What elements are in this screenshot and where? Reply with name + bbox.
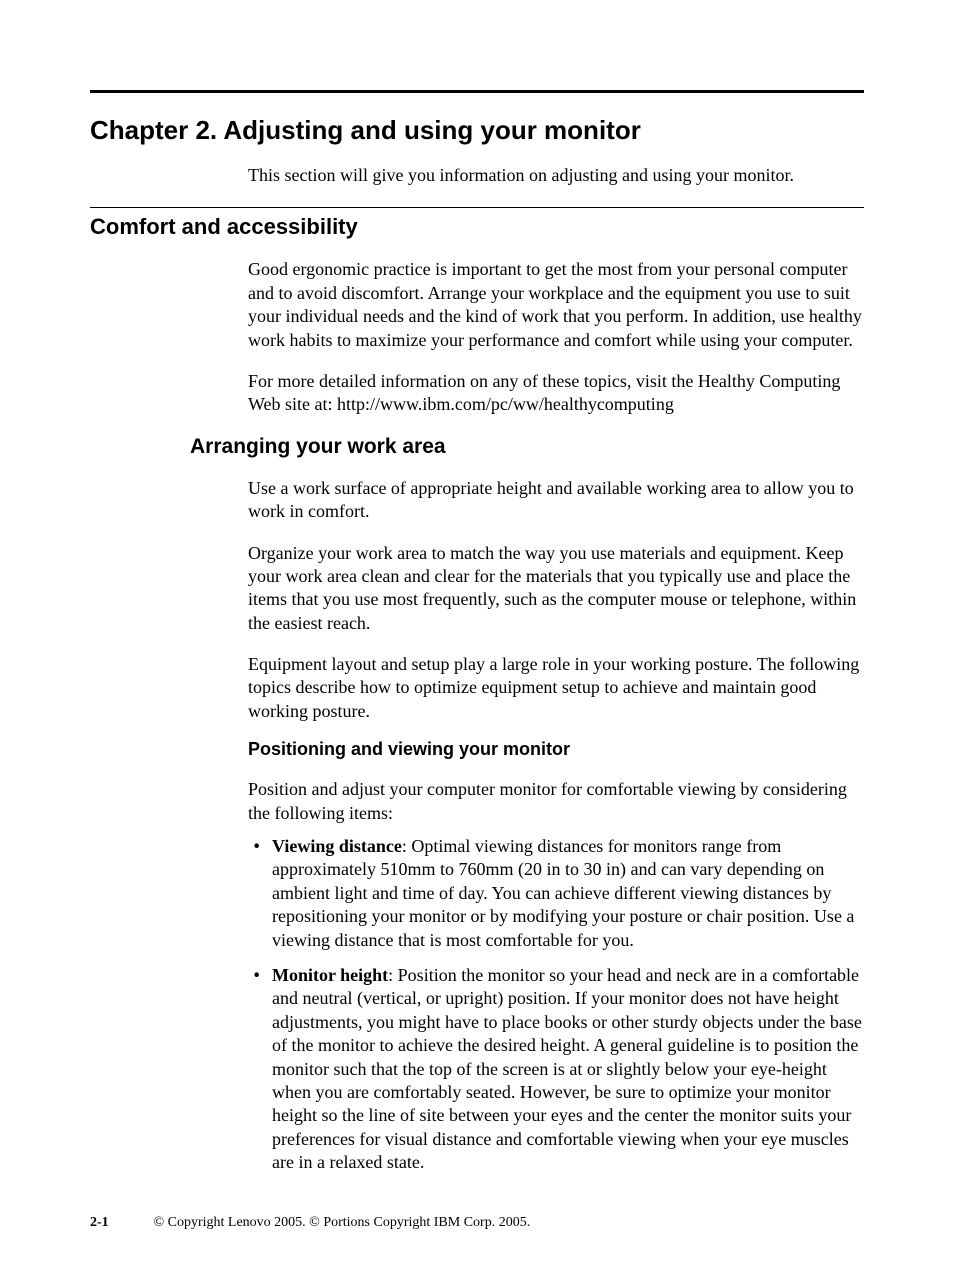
bullet-text: : Position the monitor so your head and … bbox=[272, 965, 862, 1172]
bullet-list: Viewing distance: Optimal viewing distan… bbox=[248, 835, 864, 1174]
page-number: 2-1 bbox=[90, 1215, 150, 1231]
subsubsection-heading-positioning: Positioning and viewing your monitor bbox=[248, 739, 864, 760]
body-paragraph: Position and adjust your computer monito… bbox=[248, 778, 864, 825]
horizontal-rule-thick bbox=[90, 90, 864, 93]
body-paragraph: For more detailed information on any of … bbox=[248, 370, 864, 417]
subsection-heading-arranging: Arranging your work area bbox=[190, 435, 864, 459]
section-heading-comfort: Comfort and accessibility bbox=[90, 214, 864, 240]
bullet-label: Viewing distance bbox=[272, 836, 402, 856]
chapter-title: Chapter 2. Adjusting and using your moni… bbox=[90, 115, 864, 146]
list-item: Monitor height: Position the monitor so … bbox=[248, 964, 864, 1175]
body-paragraph: Good ergonomic practice is important to … bbox=[248, 258, 864, 352]
bullet-label: Monitor height bbox=[272, 965, 388, 985]
page-footer: 2-1 © Copyright Lenovo 2005. © Portions … bbox=[90, 1215, 864, 1231]
horizontal-rule-thin bbox=[90, 207, 864, 208]
list-item: Viewing distance: Optimal viewing distan… bbox=[248, 835, 864, 952]
chapter-intro: This section will give you information o… bbox=[248, 164, 864, 187]
copyright-text: © Copyright Lenovo 2005. © Portions Copy… bbox=[154, 1215, 531, 1230]
document-page: Chapter 2. Adjusting and using your moni… bbox=[0, 0, 954, 1261]
body-paragraph: Use a work surface of appropriate height… bbox=[248, 477, 864, 524]
body-paragraph: Equipment layout and setup play a large … bbox=[248, 653, 864, 723]
body-paragraph: Organize your work area to match the way… bbox=[248, 542, 864, 636]
